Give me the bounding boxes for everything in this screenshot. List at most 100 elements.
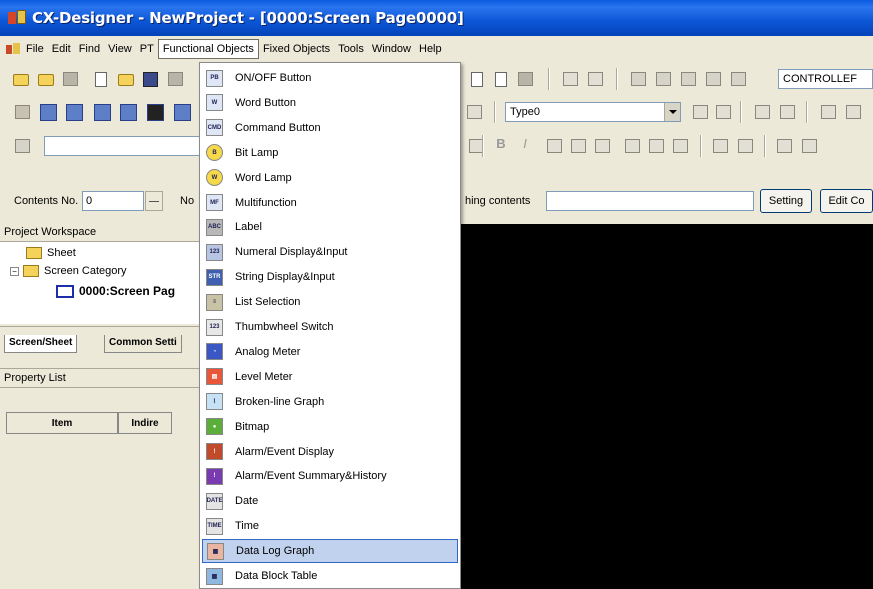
menu-item-label: Analog Meter (235, 345, 301, 358)
no-label: No (180, 195, 195, 207)
collapse-icon[interactable]: − (10, 266, 19, 276)
ungroup-icon[interactable] (735, 136, 757, 156)
menu-item-onoff-button[interactable]: PB ON/OFF Button (202, 66, 458, 90)
align-center-icon[interactable] (568, 136, 590, 156)
menu-fixed-objects[interactable]: Fixed Objects (259, 40, 334, 58)
italic-icon[interactable]: I (514, 136, 536, 156)
controller-combo[interactable]: CONTROLLEF (778, 69, 873, 89)
menu-file[interactable]: File (22, 40, 48, 58)
tree-item-sheet[interactable]: Sheet (26, 247, 76, 259)
menu-item-multifunction[interactable]: MF Multifunction (202, 191, 458, 215)
menu-view[interactable]: View (104, 40, 136, 58)
menu-pt[interactable]: PT (136, 40, 158, 58)
switching-contents-input[interactable] (546, 191, 754, 211)
align-icon-5[interactable] (818, 102, 840, 122)
menu-item-string-display[interactable]: STR String Display&Input (202, 265, 458, 289)
align-icon-6[interactable] (843, 102, 865, 122)
cut-icon[interactable] (628, 69, 650, 89)
menu-item-label[interactable]: ABC Label (202, 215, 458, 239)
back-icon[interactable] (799, 136, 821, 156)
menu-item-list-selection[interactable]: ≡ List Selection (202, 290, 458, 314)
menu-help[interactable]: Help (415, 40, 446, 58)
menu-item-time[interactable]: TIME Time (202, 514, 458, 538)
print-preview-icon[interactable] (490, 69, 512, 89)
rotate-icon[interactable] (464, 102, 486, 122)
column-header-indirect[interactable]: Indire (118, 412, 172, 434)
pointer-icon[interactable] (12, 136, 34, 156)
menu-item-alarm-history[interactable]: ! Alarm/Event Summary&History (202, 464, 458, 488)
menu-item-data-block-table[interactable]: ▦ Data Block Table (202, 564, 458, 588)
menu-item-analog-meter[interactable]: ◔ Analog Meter (202, 340, 458, 364)
open-project-icon[interactable] (35, 69, 57, 89)
valign-middle-icon[interactable] (646, 136, 668, 156)
menu-item-level-meter[interactable]: ▤ Level Meter (202, 365, 458, 389)
menu-item-line-graph[interactable]: ⌇ Broken-line Graph (202, 390, 458, 414)
open-screen-icon[interactable] (115, 69, 137, 89)
group-icon[interactable] (710, 136, 732, 156)
save-icon[interactable] (140, 69, 162, 89)
menu-item-word-button[interactable]: W Word Button (202, 91, 458, 115)
menu-item-data-log-graph[interactable]: ▦ Data Log Graph (202, 539, 458, 564)
setting-button[interactable]: Setting (760, 189, 812, 213)
command-button-icon: CMD (206, 119, 223, 137)
tool-icon-5[interactable] (118, 102, 140, 122)
screen-canvas[interactable] (460, 224, 873, 589)
menu-item-bitmap[interactable]: ● Bitmap (202, 415, 458, 439)
menu-window[interactable]: Window (368, 40, 415, 58)
paste-icon[interactable] (678, 69, 700, 89)
undo-icon[interactable] (560, 69, 582, 89)
front-icon[interactable] (774, 136, 796, 156)
menu-edit[interactable]: Edit (48, 40, 75, 58)
new-project-icon[interactable] (10, 69, 32, 89)
align-left-icon[interactable] (544, 136, 566, 156)
bold-icon[interactable]: B (490, 136, 512, 156)
redo-icon[interactable] (585, 69, 607, 89)
menu-tools[interactable]: Tools (334, 40, 368, 58)
tool-icon-4[interactable] (92, 102, 114, 122)
menu-item-thumbwheel[interactable]: 123 Thumbwheel Switch (202, 315, 458, 339)
delete-icon[interactable] (703, 69, 725, 89)
contents-no-input[interactable]: 0 (82, 191, 144, 211)
tool-icon-3[interactable] (64, 102, 86, 122)
tool-icon-1[interactable] (12, 102, 34, 122)
menu-item-word-lamp[interactable]: W Word Lamp (202, 166, 458, 190)
bitmap-icon: ● (206, 418, 223, 436)
menu-item-command-button[interactable]: CMD Command Button (202, 116, 458, 140)
menu-item-alarm-display[interactable]: ! Alarm/Event Display (202, 440, 458, 464)
document-menu-icon[interactable] (6, 43, 20, 55)
printer-icon[interactable] (515, 69, 537, 89)
format-icon[interactable] (466, 136, 488, 156)
functional-objects-menu: PB ON/OFF Button W Word Button CMD Command Bu… (199, 62, 461, 589)
menu-item-numeral-display[interactable]: 123 Numeral Display&Input (202, 240, 458, 264)
copy-icon[interactable] (653, 69, 675, 89)
type-combo[interactable]: Type0 (505, 102, 681, 122)
tree-item-screen-category[interactable]: − Screen Category (10, 265, 127, 277)
tool-icon-7[interactable] (172, 102, 194, 122)
align-icon-1[interactable] (690, 102, 712, 122)
tab-common-setting[interactable]: Common Setti (104, 335, 182, 353)
align-icon-4[interactable] (777, 102, 799, 122)
align-icon-2[interactable] (713, 102, 735, 122)
tab-screen-sheet[interactable]: Screen/Sheet (4, 335, 78, 353)
edit-contents-button[interactable]: Edit Co (820, 189, 873, 213)
menu-find[interactable]: Find (75, 40, 104, 58)
new-screen-icon[interactable] (90, 69, 112, 89)
address-field[interactable] (44, 136, 200, 156)
tool-icon-6[interactable] (145, 102, 167, 122)
align-right-icon[interactable] (592, 136, 614, 156)
preview-icon[interactable] (466, 69, 488, 89)
valign-bottom-icon[interactable] (670, 136, 692, 156)
tool-icon-2[interactable] (38, 102, 60, 122)
properties-icon[interactable] (728, 69, 750, 89)
contents-spinner[interactable] (145, 191, 163, 211)
valign-top-icon[interactable] (622, 136, 644, 156)
column-header-item[interactable]: Item (6, 412, 118, 434)
print-icon[interactable] (165, 69, 187, 89)
menu-item-label: Command Button (235, 121, 321, 134)
menu-item-date[interactable]: DATE Date (202, 489, 458, 513)
menu-item-bit-lamp[interactable]: B Bit Lamp (202, 141, 458, 165)
align-icon-3[interactable] (752, 102, 774, 122)
save-project-icon[interactable] (60, 69, 82, 89)
menu-functional-objects[interactable]: Functional Objects (157, 39, 259, 59)
tree-item-screen-page[interactable]: 0000:Screen Pag (56, 284, 175, 298)
